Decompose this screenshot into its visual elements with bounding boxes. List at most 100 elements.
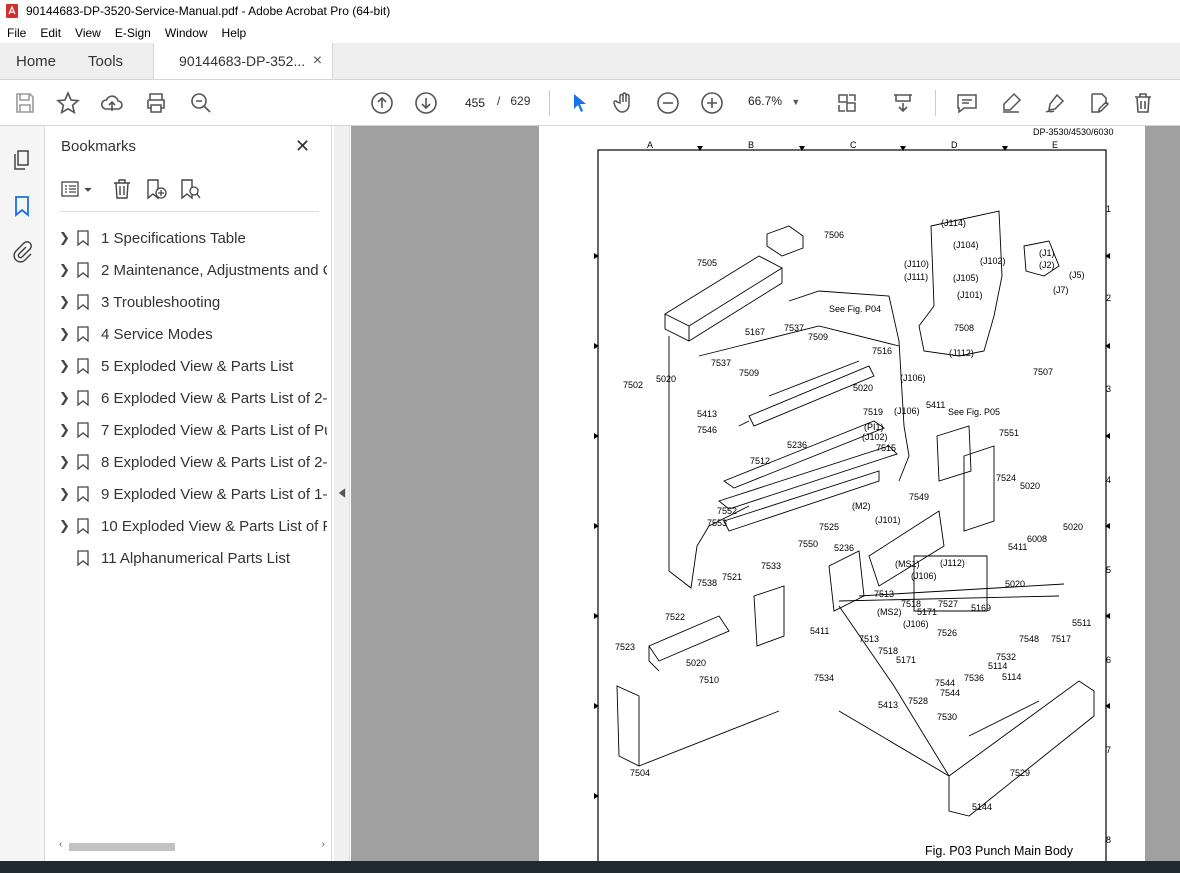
zoom-in-icon[interactable] — [699, 90, 725, 116]
upload-cloud-icon[interactable] — [99, 90, 125, 116]
part-callout: 7536 — [964, 673, 984, 683]
horizontal-scrollbar[interactable]: ‹ › — [59, 839, 325, 853]
chevron-right-icon[interactable]: ❯ — [59, 486, 70, 502]
bookmark-item[interactable]: ❯ 9 Exploded View & Parts List of 1- — [45, 478, 332, 510]
bookmark-item[interactable]: ❯ 10 Exploded View & Parts List of P — [45, 510, 332, 542]
viewer-right-gutter — [1148, 126, 1180, 861]
part-callout: 7509 — [739, 368, 759, 378]
chevron-right-icon[interactable]: ❯ — [59, 358, 70, 374]
bookmark-label: 7 Exploded View & Parts List of Pu — [101, 421, 327, 439]
hand-tool-icon[interactable] — [611, 90, 637, 116]
delete-bookmark-icon[interactable] — [111, 178, 133, 200]
part-callout: 7513 — [874, 589, 894, 599]
part-callout: (MS1) — [895, 559, 920, 569]
highlight-pen-icon[interactable] — [998, 90, 1024, 116]
row-number: 2 — [1106, 293, 1111, 303]
bookmark-item[interactable]: ❯ 2 Maintenance, Adjustments and C — [45, 254, 332, 286]
menu-edit[interactable]: Edit — [33, 26, 68, 40]
tab-document[interactable]: 90144683-DP-352... × — [153, 43, 334, 79]
bookmark-item[interactable]: ❯ 6 Exploded View & Parts List of 2- — [45, 382, 332, 414]
edit-pdf-icon[interactable] — [1086, 90, 1112, 116]
bookmark-item[interactable]: ❯ 8 Exploded View & Parts List of 2- — [45, 446, 332, 478]
bookmark-item[interactable]: ❯ 1 Specifications Table — [45, 222, 332, 254]
chevron-right-icon[interactable]: ❯ — [59, 390, 70, 406]
menu-file[interactable]: File — [0, 26, 33, 40]
star-icon[interactable] — [55, 90, 81, 116]
model-header: DP-3530/4530/6030 — [1033, 127, 1114, 137]
delete-icon[interactable] — [1130, 90, 1156, 116]
select-cursor-icon[interactable] — [567, 90, 593, 116]
bookmark-item[interactable]: ❯ 4 Service Modes — [45, 318, 332, 350]
zoom-out-icon[interactable] — [655, 90, 681, 116]
zoom-level-select[interactable]: 66.7% ▼ — [748, 94, 800, 108]
part-callout: (PI1) — [864, 422, 884, 432]
part-callout: 5144 — [972, 802, 992, 812]
scroll-mode-icon[interactable] — [890, 90, 916, 116]
part-callout: (J110) — [904, 259, 929, 269]
menu-view[interactable]: View — [68, 26, 108, 40]
toolbar-divider — [549, 90, 550, 116]
part-callout: (J105) — [953, 273, 979, 283]
bookmark-item[interactable]: ❯ 7 Exploded View & Parts List of Pu — [45, 414, 332, 446]
pdf-page: DP-3530/4530/6030 A B C D E 1 2 3 4 5 6 … — [539, 126, 1145, 871]
chevron-right-icon[interactable]: ❯ — [59, 230, 70, 246]
close-panel-button[interactable]: ✕ — [295, 136, 310, 157]
main-toolbar: 455 / 629 66.7% ▼ — [0, 80, 1180, 126]
page-thumbnails-icon[interactable] — [10, 148, 34, 172]
tab-tools[interactable]: Tools — [72, 43, 139, 79]
next-page-icon[interactable] — [413, 90, 439, 116]
collapse-arrow-icon[interactable] — [338, 488, 346, 498]
taskbar — [0, 861, 1180, 873]
zoom-search-icon[interactable] — [188, 90, 214, 116]
part-callout: (J1) — [1039, 248, 1055, 258]
previous-page-icon[interactable] — [369, 90, 395, 116]
part-callout: 5411 — [926, 400, 945, 410]
menu-esign[interactable]: E-Sign — [108, 26, 158, 40]
menu-window[interactable]: Window — [158, 26, 215, 40]
attachment-icon[interactable] — [10, 240, 34, 264]
tab-close-button[interactable]: × — [313, 52, 322, 70]
scroll-left-icon[interactable]: ‹ — [59, 839, 62, 850]
part-callout: 7549 — [909, 492, 929, 502]
bookmark-label: 11 Alphanumerical Parts List — [101, 549, 290, 567]
chevron-right-icon[interactable]: ❯ — [59, 454, 70, 470]
column-letter: B — [748, 140, 754, 150]
window-title: 90144683-DP-3520-Service-Manual.pdf - Ad… — [26, 4, 391, 18]
page-fit-icon[interactable] — [834, 90, 860, 116]
scroll-right-icon[interactable]: › — [322, 839, 325, 850]
bookmark-item[interactable]: ❯ 5 Exploded View & Parts List — [45, 350, 332, 382]
part-callout: (J112) — [940, 558, 965, 568]
part-callout: 7523 — [615, 642, 635, 652]
find-bookmark-icon[interactable] — [179, 178, 201, 200]
chevron-right-icon[interactable]: ❯ — [59, 294, 70, 310]
chevron-right-icon[interactable]: ❯ — [59, 326, 70, 342]
bookmark-icon — [77, 326, 89, 342]
document-viewer[interactable]: DP-3530/4530/6030 A B C D E 1 2 3 4 5 6 … — [351, 126, 1180, 871]
page-number-input[interactable]: 455 — [457, 91, 493, 115]
bookmark-item[interactable]: 11 Alphanumerical Parts List — [45, 542, 332, 574]
scrollbar-thumb[interactable] — [69, 843, 175, 851]
bookmark-icon — [77, 262, 89, 278]
sign-pen-icon[interactable] — [1042, 90, 1068, 116]
bookmark-panel-icon[interactable] — [10, 194, 34, 218]
part-callout: 7537 — [784, 323, 804, 333]
part-callout: 5411 — [810, 626, 829, 636]
tab-home[interactable]: Home — [0, 43, 72, 79]
bookmark-item[interactable]: ❯ 3 Troubleshooting — [45, 286, 332, 318]
chevron-right-icon[interactable]: ❯ — [59, 518, 70, 534]
save-icon[interactable] — [12, 90, 38, 116]
chevron-right-icon[interactable]: ❯ — [59, 262, 70, 278]
part-callout: 5167 — [745, 327, 765, 337]
menu-help[interactable]: Help — [215, 26, 254, 40]
menu-bar: File Edit View E-Sign Window Help — [0, 22, 1180, 43]
options-menu-icon[interactable] — [61, 178, 97, 200]
page-count: / 629 — [497, 94, 530, 108]
print-icon[interactable] — [143, 90, 169, 116]
part-callout: 7533 — [761, 561, 781, 571]
chevron-right-icon[interactable]: ❯ — [59, 422, 70, 438]
comment-icon[interactable] — [954, 90, 980, 116]
panel-collapse-handle[interactable] — [334, 126, 350, 861]
column-letter: C — [850, 140, 857, 150]
part-callout: (J102) — [862, 432, 888, 442]
new-bookmark-icon[interactable] — [145, 178, 167, 200]
